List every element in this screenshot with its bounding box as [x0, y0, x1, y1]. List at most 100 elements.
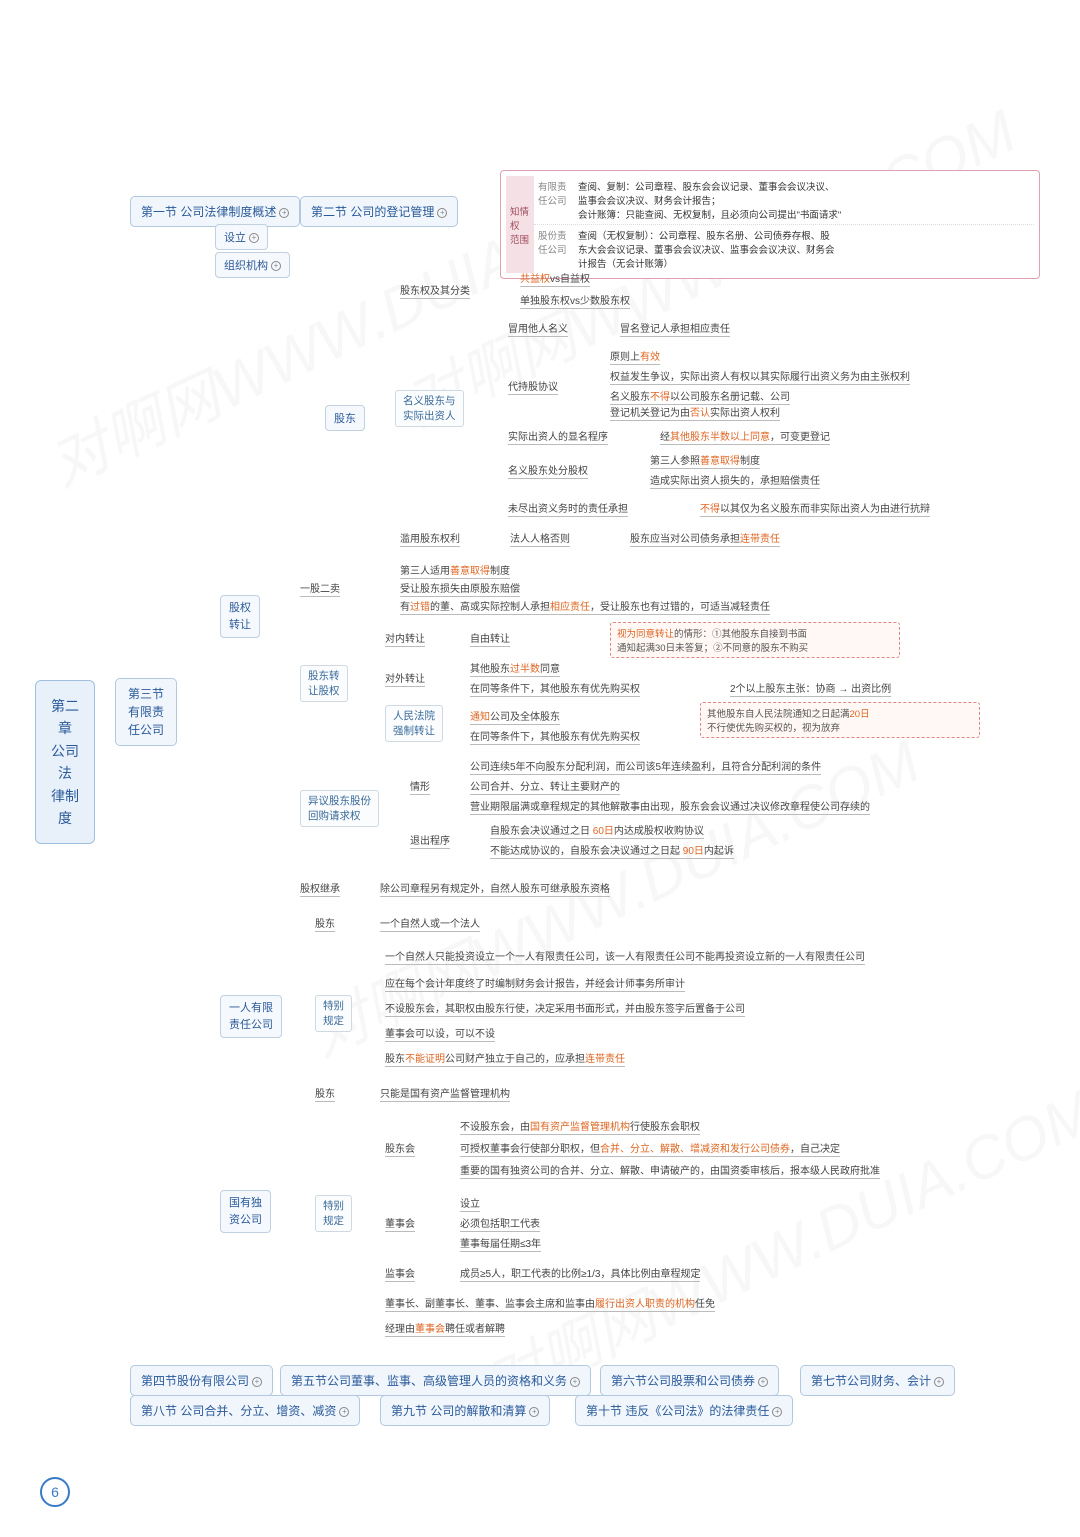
node-shareholder-rights-cls: 股东权及其分类 — [400, 282, 470, 299]
leaf: 一个自然人只能投资设立一个一人有限责任公司，该一人有限责任公司不能再投资设立新的… — [385, 948, 865, 965]
info-row1-label: 有限责任公司 — [538, 179, 578, 221]
note-deemed-consent: 视为同意转让的情形：①其他股东自接到书面通知起满30日未答复；②不同意的股东不购… — [610, 622, 900, 658]
leaf: 通知公司及全体股东 — [470, 708, 560, 725]
leaf: 权益发生争议，实际出资人有权以其实际履行出资义务为由主张权利 — [610, 368, 910, 385]
leaf: 经理由董事会聘任或者解聘 — [385, 1320, 505, 1337]
leaf: 营业期限届满或章程规定的其他解散事由出现，股东会会议通过决议修改章程使公司存续的 — [470, 798, 870, 815]
node-sec2: 第二节 公司的登记管理+ — [300, 196, 458, 227]
leaf: 不设股东会，由国有资产监督管理机构行使股东会职权 — [460, 1118, 700, 1135]
leaf: 公司合并、分立、转让主要财产的 — [470, 778, 620, 795]
collapse-icon[interactable]: + — [339, 1407, 349, 1417]
leaf: 股东应当对公司债务承担连带责任 — [630, 530, 780, 547]
leaf: 一个自然人或一个法人 — [380, 915, 480, 932]
node-external: 对外转让 — [385, 670, 425, 687]
leaf: 其他股东过半数同意 — [470, 660, 560, 677]
node-sec8: 第八节 公司合并、分立、增资、减资+ — [130, 1395, 360, 1426]
node-sec9: 第九节 公司的解散和清算+ — [380, 1395, 550, 1426]
leaf: 原则上有效 — [610, 348, 660, 365]
leaf: 法人人格否则 — [510, 530, 570, 547]
leaf: 第三人适用善意取得制度 — [400, 562, 510, 579]
collapse-icon[interactable]: + — [271, 261, 281, 271]
leaf: 自由转让 — [470, 630, 510, 647]
collapse-icon[interactable]: + — [934, 1377, 944, 1387]
node-gy-special: 特别规定 — [315, 1195, 352, 1232]
leaf: 单独股东权vs少数股东权 — [520, 292, 630, 309]
leaf: 可授权董事会行使部分职权，但合并、分立、解散、增减资和发行公司债券，自己决定 — [460, 1140, 840, 1157]
collapse-icon[interactable]: + — [570, 1377, 580, 1387]
leaf: 股东不能证明公司财产独立于自己的，应承担连带责任 — [385, 1050, 625, 1067]
node-jsh: 监事会 — [385, 1265, 415, 1282]
leaf: 登记机关登记为由否认实际出资人权利 — [610, 404, 780, 421]
collapse-icon[interactable]: + — [279, 208, 289, 218]
page-number: 6 — [40, 1477, 70, 1507]
leaf: 名义股东不得以公司股东名册记载、公司 — [610, 388, 790, 405]
root-node: 第二章公司法律制度 — [35, 680, 95, 844]
node-circumstance: 情形 — [410, 778, 430, 795]
node-dsh: 董事会 — [385, 1215, 415, 1232]
leaf: 公司连续5年不向股东分配利润，而公司该5年连续盈利，且符合分配利润的条件 — [470, 758, 821, 775]
node-gdh: 股东会 — [385, 1140, 415, 1157]
node-inherit: 股权继承 — [300, 880, 340, 897]
leaf: 受让股东损失由原股东赔偿 — [400, 580, 520, 597]
node-sec7: 第七节公司财务、会计+ — [800, 1365, 955, 1396]
node-sec4: 第四节股份有限公司+ — [130, 1365, 273, 1396]
leaf: 董事长、副董事长、董事、监事会主席和监事由履行出资人职责的机构任免 — [385, 1295, 715, 1312]
node-one-person: 一人有限责任公司 — [220, 995, 282, 1038]
leaf: 在同等条件下，其他股东有优先购买权 — [470, 728, 640, 745]
leaf: 设立 — [460, 1195, 480, 1212]
leaf: 经其他股东半数以上同意，可变更登记 — [660, 428, 830, 445]
leaf: 造成实际出资人损失的，承担赔偿责任 — [650, 472, 820, 489]
node-dissent-buyback: 异议股东股份回购请求权 — [300, 790, 379, 827]
collapse-icon[interactable]: + — [252, 1377, 262, 1387]
leaf: 自股东会决议通过之日 60日内达成股权收购协议 — [490, 822, 704, 839]
info-row1-text: 查阅、复制：公司章程、股东会会议记录、董事会会议决议、监事会会议决议、财务会计报… — [578, 179, 1030, 221]
leaf: 应在每个会计年度终了时编制财务会计报告，并经会计师事务所审计 — [385, 975, 685, 992]
leaf: 不得以其仅为名义股东而非实际出资人为由进行抗辩 — [700, 500, 930, 517]
node-sec3: 第三节有限责任公司 — [115, 678, 177, 746]
info-scope-label: 知情权范围 — [506, 176, 534, 273]
node-exit: 退出程序 — [410, 832, 450, 849]
leaf: 共益权vs自益权 — [520, 270, 590, 287]
node-proxy-agreement: 代持股协议 — [508, 378, 558, 395]
node-internal: 对内转让 — [385, 630, 425, 647]
node-unfulfilled: 未尽出资义务时的责任承担 — [508, 500, 628, 517]
leaf: 有过错的董、高或实际控制人承担相应责任，受让股东也有过错的，可适当减轻责任 — [400, 598, 770, 615]
node-gy-shareholder: 股东 — [315, 1085, 335, 1102]
info-box-knowing-rights: 知情权范围 有限责任公司查阅、复制：公司章程、股东会会议记录、董事会会议决议、监… — [500, 170, 1040, 279]
collapse-icon[interactable]: + — [772, 1407, 782, 1417]
info-row2-label: 股份责任公司 — [538, 228, 578, 270]
mindmap-container: 知情权范围 有限责任公司查阅、复制：公司章程、股东会会议记录、董事会会议决议、监… — [0, 0, 1080, 170]
node-sec10: 第十节 违反《公司法》的法律责任+ — [575, 1395, 793, 1426]
leaf: 成员≥5人，职工代表的比例≥1/3，具体比例由章程规定 — [460, 1265, 700, 1282]
leaf: 第三人参照善意取得制度 — [650, 452, 760, 469]
node-double-sale: 一股二卖 — [300, 580, 340, 597]
node-setup: 设立+ — [215, 224, 268, 250]
node-xianming: 实际出资人的显名程序 — [508, 428, 608, 445]
info-row2-text: 查阅（无权复制）：公司章程、股东名册、公司债券存根、股东大会会议记录、董事会会议… — [578, 228, 1030, 270]
collapse-icon[interactable]: + — [437, 208, 447, 218]
node-shareholder: 股东 — [325, 405, 365, 431]
node-sec5: 第五节公司董事、监事、高级管理人员的资格和义务+ — [280, 1365, 591, 1396]
leaf: 重要的国有独资公司的合并、分立、解散、申请破产的，由国资委审核后，报本级人民政府… — [460, 1162, 880, 1179]
collapse-icon[interactable]: + — [249, 233, 259, 243]
collapse-icon[interactable]: + — [758, 1377, 768, 1387]
note-20days: 其他股东自人民法院通知之日起满20日不行使优先购买权的，视为放弃 — [700, 702, 980, 738]
leaf: 在同等条件下，其他股东有优先购买权 — [470, 680, 640, 697]
node-one-special: 特别规定 — [315, 995, 352, 1032]
leaf: 董事每届任期≤3年 — [460, 1235, 541, 1252]
leaf: 董事会可以设，可以不设 — [385, 1025, 495, 1042]
node-org: 组织机构+ — [215, 252, 290, 278]
node-dispose: 名义股东处分股权 — [508, 462, 588, 479]
leaf: 除公司章程另有规定外，自然人股东可继承股东资格 — [380, 880, 610, 897]
node-transfer-rights: 股东转让股权 — [300, 665, 348, 702]
leaf: 2个以上股东主张：协商 → 出资比例 — [730, 680, 891, 697]
node-court-force: 人民法院强制转让 — [385, 705, 443, 742]
node-equity-transfer: 股权转让 — [220, 595, 260, 638]
leaf: 冒名登记人承担相应责任 — [620, 320, 730, 337]
node-borrow-name: 冒用他人名义 — [508, 320, 568, 337]
node-sec6: 第六节公司股票和公司债券+ — [600, 1365, 779, 1396]
leaf: 不设股东会，其职权由股东行使，决定采用书面形式，并由股东签字后置备于公司 — [385, 1000, 745, 1017]
node-sec1: 第一节 公司法律制度概述+ — [130, 196, 300, 227]
leaf: 不能达成协议的，自股东会决议通过之日起 90日内起诉 — [490, 842, 734, 859]
collapse-icon[interactable]: + — [529, 1407, 539, 1417]
